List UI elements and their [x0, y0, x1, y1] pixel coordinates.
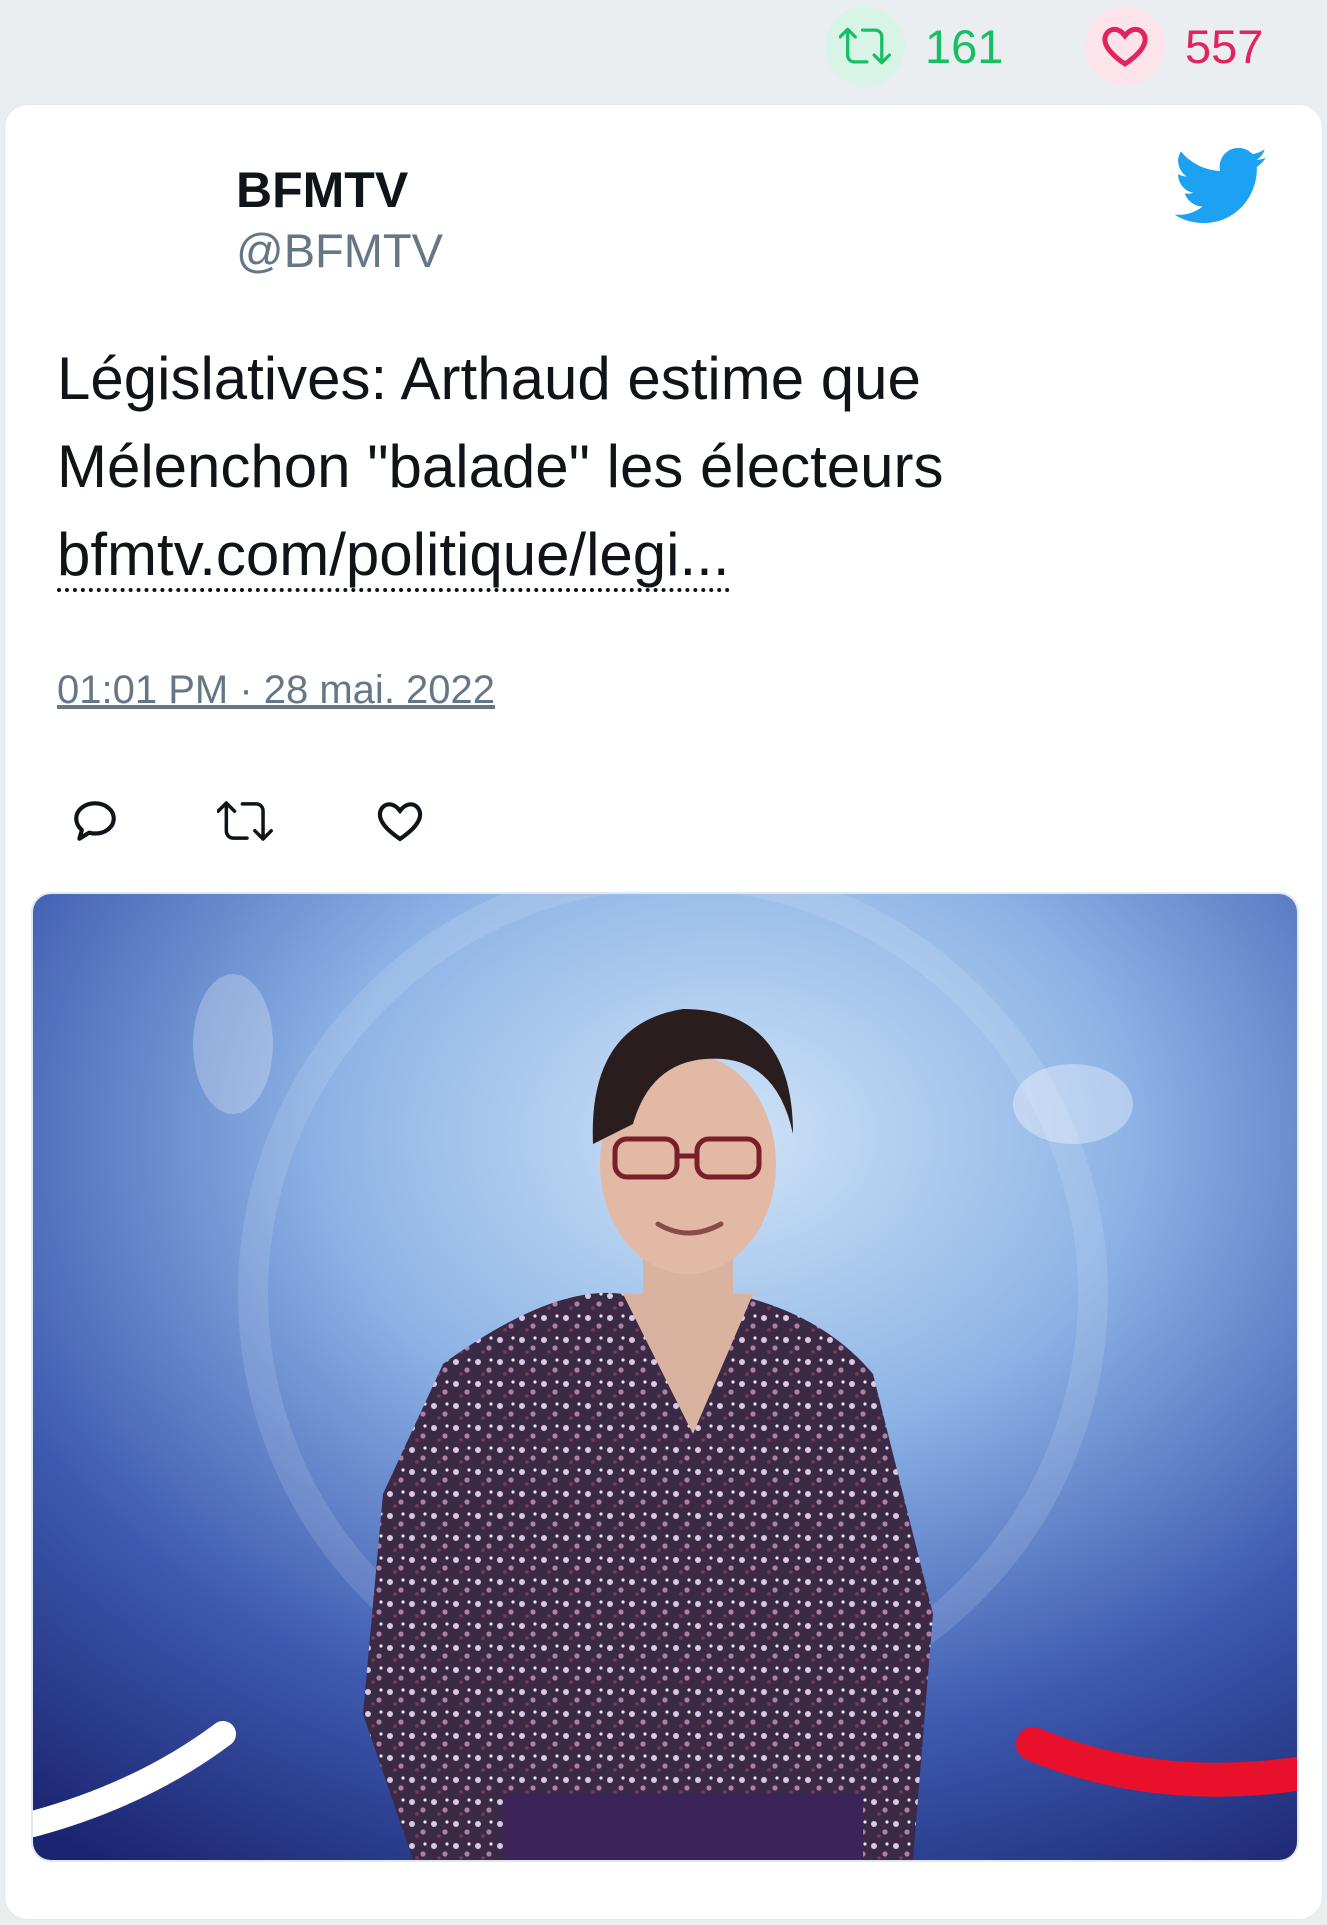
tweet-timestamp[interactable]: 01:01 PM · 28 mai. 2022 [57, 668, 495, 713]
heart-icon[interactable] [1085, 6, 1165, 86]
tweet-card: BFMTV @BFMTV Législatives: Arthaud estim… [4, 104, 1323, 1920]
author-display-name[interactable]: BFMTV [236, 161, 408, 219]
author-handle[interactable]: @BFMTV [236, 223, 443, 278]
photo-illustration [33, 894, 1297, 1860]
retweet-icon[interactable] [217, 793, 273, 849]
top-stats-bar: 161 557 [0, 0, 1327, 100]
heart-icon[interactable] [372, 793, 428, 849]
tweet-text: Législatives: Arthaud estime que Mélench… [57, 335, 1257, 599]
retweet-count: 161 [925, 19, 1004, 73]
tweet-media-image[interactable] [31, 892, 1299, 1862]
retweet-stat[interactable]: 161 [825, 6, 1003, 86]
tweet-text-line: Législatives: Arthaud estime que [57, 345, 921, 412]
like-count: 557 [1185, 19, 1264, 73]
tweet-link[interactable]: bfmtv.com/politique/legi... [57, 521, 730, 592]
retweet-icon[interactable] [825, 6, 905, 86]
twitter-bird-icon[interactable] [1174, 147, 1269, 227]
like-stat[interactable]: 557 [1085, 6, 1263, 86]
reply-icon[interactable] [67, 793, 123, 849]
tweet-text-line: Mélenchon "balade" les électeurs [57, 433, 944, 500]
